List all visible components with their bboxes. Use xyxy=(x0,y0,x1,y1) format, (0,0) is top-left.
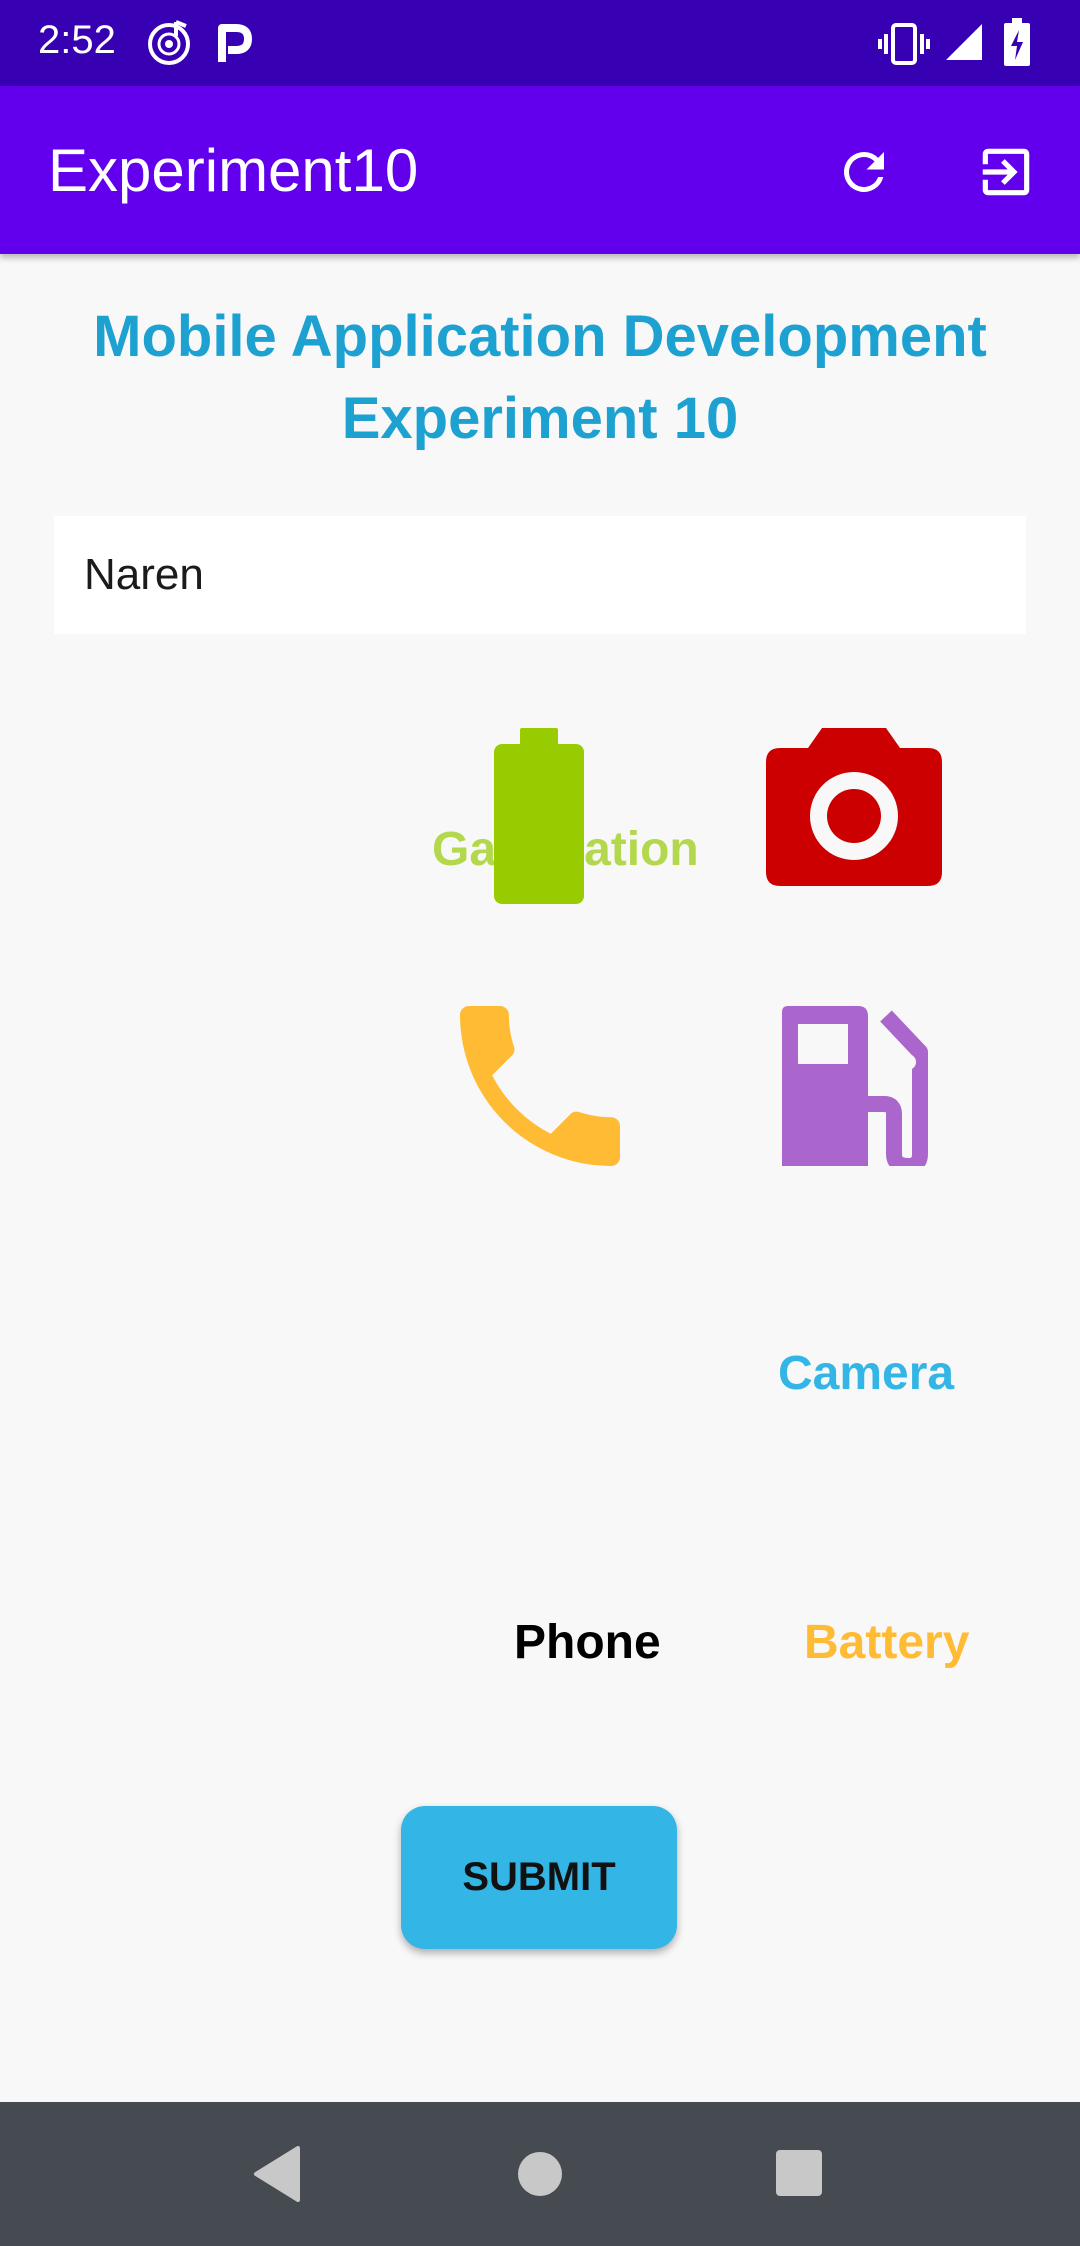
back-icon[interactable] xyxy=(252,2146,302,2202)
battery-charging-icon xyxy=(1004,18,1030,66)
music-app-icon xyxy=(148,20,190,65)
heading-line-1: Mobile Application Development xyxy=(93,304,987,369)
gas-station-icon[interactable] xyxy=(782,1006,932,1166)
refresh-icon xyxy=(843,151,884,192)
status-time: 2:52 xyxy=(38,18,116,62)
home-icon[interactable] xyxy=(517,2146,563,2202)
exit-button[interactable] xyxy=(966,132,1046,212)
exit-icon xyxy=(982,148,1030,196)
p-app-icon xyxy=(218,24,252,62)
battery-label: Battery xyxy=(804,1616,970,1669)
recents-icon[interactable] xyxy=(775,2146,823,2202)
camera-icon[interactable] xyxy=(766,728,942,886)
app-title: Experiment10 xyxy=(48,137,419,204)
submit-button[interactable]: SUBMIT xyxy=(401,1806,677,1949)
page-heading: Mobile Application Development Experimen… xyxy=(60,296,1020,460)
status-bar: 2:52 xyxy=(0,0,1080,86)
vibrate-icon xyxy=(878,23,930,65)
navigation-bar xyxy=(0,2102,1080,2246)
refresh-button[interactable] xyxy=(824,132,904,212)
phone-label: Phone xyxy=(514,1616,661,1669)
signal-icon xyxy=(946,24,982,60)
battery-icon[interactable] xyxy=(494,728,584,904)
app-bar: Experiment10 xyxy=(0,86,1080,254)
phone-icon[interactable] xyxy=(460,1006,620,1166)
name-input[interactable] xyxy=(54,516,1026,634)
heading-line-2: Experiment 10 xyxy=(341,386,739,451)
camera-label: Camera xyxy=(778,1347,955,1400)
